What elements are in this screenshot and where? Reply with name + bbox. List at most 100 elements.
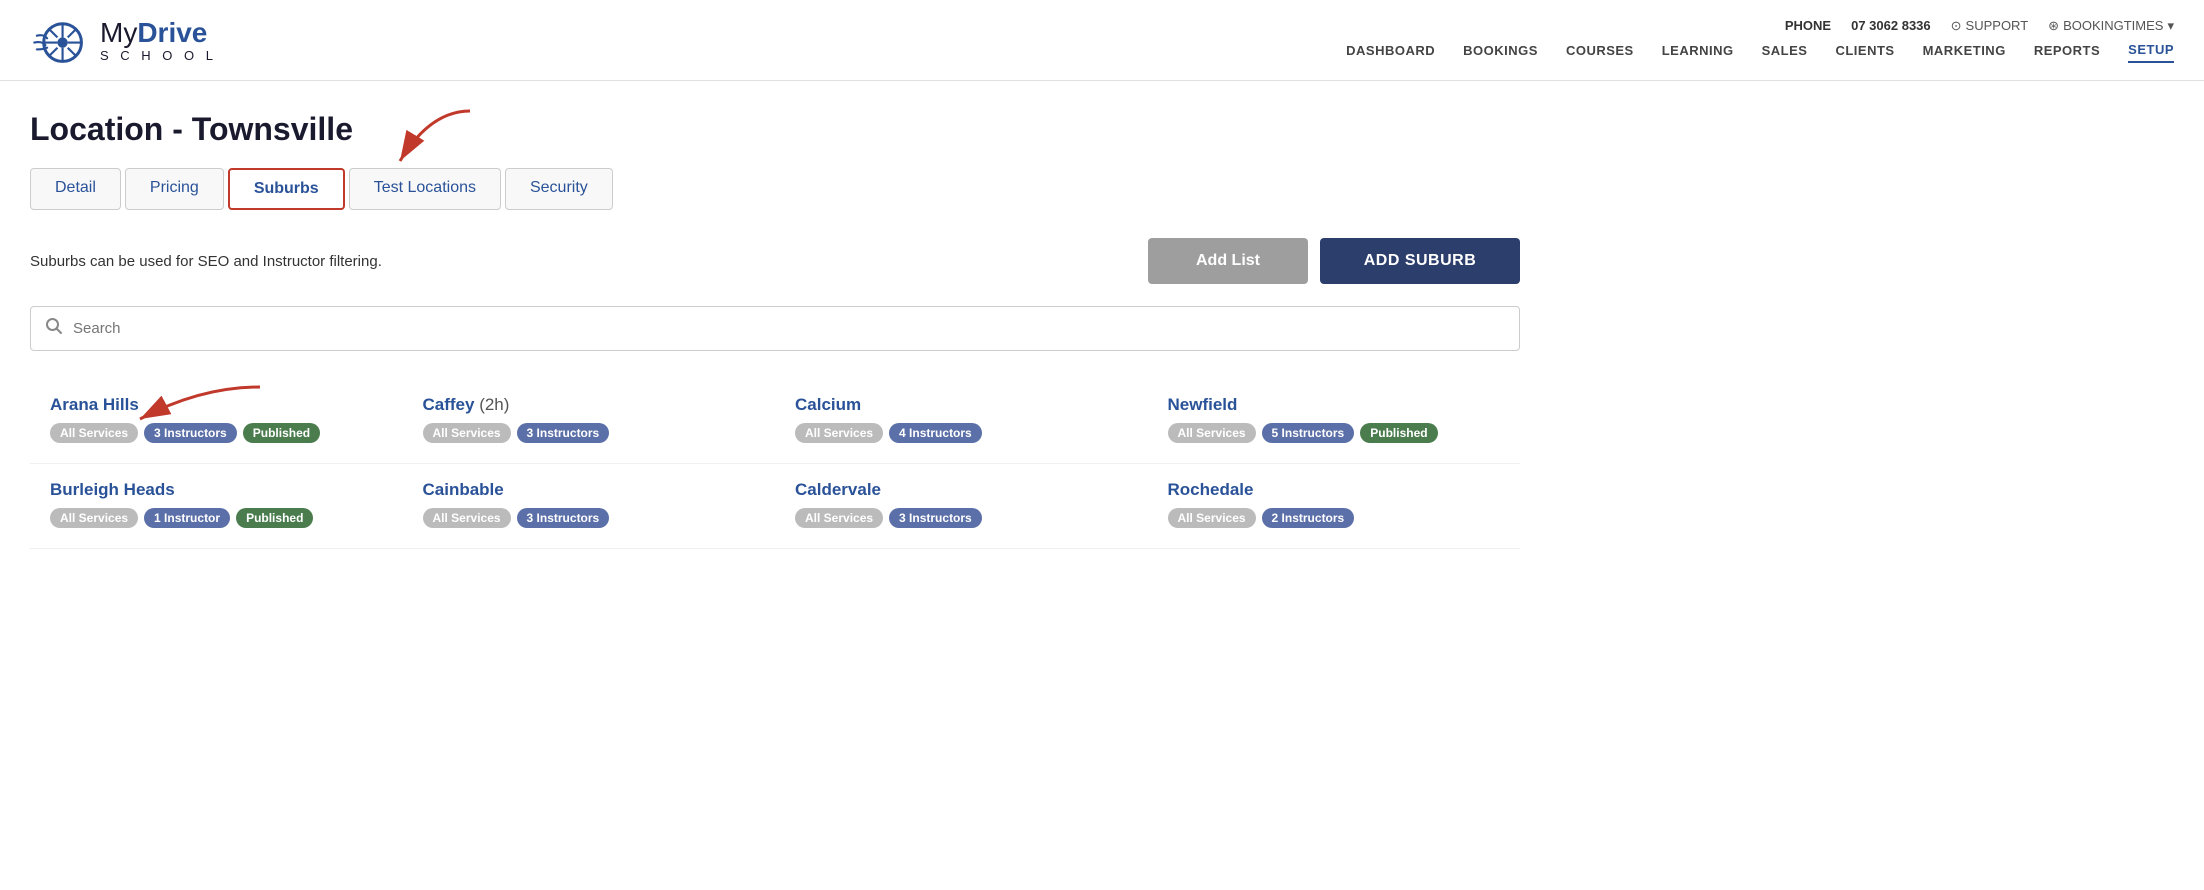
suburb-badges-caffey: All Services 3 Instructors — [423, 423, 756, 443]
suburb-name-cainbable[interactable]: Cainbable — [423, 480, 756, 500]
phone-label: PHONE — [1785, 18, 1831, 33]
suburb-badges-burleigh-heads: All Services 1 Instructor Published — [50, 508, 383, 528]
badge-all-services: All Services — [795, 508, 883, 528]
suburb-item-cainbable: Cainbable All Services 3 Instructors — [403, 464, 776, 549]
support-link[interactable]: ⊙ SUPPORT — [1951, 18, 2029, 34]
badge-3-instructors: 3 Instructors — [517, 423, 610, 443]
suburb-name-burleigh-heads[interactable]: Burleigh Heads — [50, 480, 383, 500]
nav-setup[interactable]: SETUP — [2128, 42, 2174, 63]
search-input[interactable] — [73, 320, 1505, 337]
badge-all-services: All Services — [50, 423, 138, 443]
badge-published: Published — [1360, 423, 1437, 443]
suburb-name-text: Burleigh Heads — [50, 480, 175, 499]
suburb-item-caffey: Caffey (2h) All Services 3 Instructors — [403, 379, 776, 464]
suburb-name-arana-hills[interactable]: Arana Hills — [50, 395, 383, 415]
badge-published: Published — [243, 423, 320, 443]
nav-courses[interactable]: COURSES — [1566, 43, 1634, 62]
badge-all-services: All Services — [1168, 508, 1256, 528]
nav-dashboard[interactable]: DASHBOARD — [1346, 43, 1435, 62]
logo-drive: Drive — [137, 17, 207, 48]
badge-all-services: All Services — [795, 423, 883, 443]
support-label: SUPPORT — [1966, 18, 2029, 33]
nav-sales[interactable]: SALES — [1762, 43, 1808, 62]
desc-row: Suburbs can be used for SEO and Instruct… — [30, 238, 1520, 284]
nav-bookings[interactable]: BOOKINGS — [1463, 43, 1538, 62]
tab-detail[interactable]: Detail — [30, 168, 121, 210]
suburbs-grid: Arana Hills All Services 3 Instructors P… — [30, 379, 1520, 549]
badge-all-services: All Services — [50, 508, 138, 528]
tab-security[interactable]: Security — [505, 168, 613, 210]
header: MyDrive S C H O O L PHONE 07 3062 8336 ⊙… — [0, 0, 2204, 81]
badge-1-instructor: 1 Instructor — [144, 508, 230, 528]
button-group: Add List ADD SUBURB — [1148, 238, 1520, 284]
suburb-name-caldervale[interactable]: Caldervale — [795, 480, 1128, 500]
suburbs-area: Arana Hills All Services 3 Instructors P… — [30, 379, 1520, 549]
tab-pricing[interactable]: Pricing — [125, 168, 224, 210]
badge-published: Published — [236, 508, 313, 528]
badge-all-services: All Services — [423, 508, 511, 528]
add-suburb-button[interactable]: ADD SUBURB — [1320, 238, 1520, 284]
suburb-badges-rochedale: All Services 2 Instructors — [1168, 508, 1501, 528]
suburb-item-calcium: Calcium All Services 4 Instructors — [775, 379, 1148, 464]
badge-3-instructors: 3 Instructors — [144, 423, 237, 443]
header-right: PHONE 07 3062 8336 ⊙ SUPPORT ⊛ BOOKINGTI… — [1346, 18, 2174, 63]
nav-learning[interactable]: LEARNING — [1662, 43, 1734, 62]
badge-2-instructors: 2 Instructors — [1262, 508, 1355, 528]
logo-icon — [30, 10, 90, 70]
logo-school: S C H O O L — [100, 49, 217, 62]
badge-all-services: All Services — [1168, 423, 1256, 443]
logo-my: My — [100, 17, 137, 48]
suburb-name-text: Arana Hills — [50, 395, 139, 414]
page-title: Location - Townsville — [30, 111, 1520, 148]
suburb-duration-caffey: (2h) — [479, 395, 509, 414]
tab-test-locations-label: Test Locations — [374, 179, 476, 196]
suburb-name-text: Rochedale — [1168, 480, 1254, 499]
logo-text: MyDrive S C H O O L — [100, 19, 217, 62]
suburb-badges-newfield: All Services 5 Instructors Published — [1168, 423, 1501, 443]
suburb-badges-calcium: All Services 4 Instructors — [795, 423, 1128, 443]
tab-detail-label: Detail — [55, 179, 96, 196]
badge-4-instructors: 4 Instructors — [889, 423, 982, 443]
suburb-name-text: Newfield — [1168, 395, 1238, 414]
suburb-badges-arana-hills: All Services 3 Instructors Published — [50, 423, 383, 443]
logo[interactable]: MyDrive S C H O O L — [30, 10, 217, 70]
suburb-badges-caldervale: All Services 3 Instructors — [795, 508, 1128, 528]
suburb-item-rochedale: Rochedale All Services 2 Instructors — [1148, 464, 1521, 549]
nav-menu: DASHBOARD BOOKINGS COURSES LEARNING SALE… — [1346, 42, 2174, 63]
booking-label: BOOKINGTIMES — [2063, 18, 2163, 33]
badge-all-services: All Services — [423, 423, 511, 443]
search-icon — [45, 317, 63, 340]
description-text: Suburbs can be used for SEO and Instruct… — [30, 253, 382, 270]
suburb-name-text: Caldervale — [795, 480, 881, 499]
suburb-badges-cainbable: All Services 3 Instructors — [423, 508, 756, 528]
user-icon: ⊛ — [2048, 18, 2059, 34]
chevron-down-icon: ▾ — [2167, 18, 2174, 34]
suburb-name-text: Cainbable — [423, 480, 504, 499]
page-title-area: Location - Townsville — [30, 111, 1520, 148]
tab-suburbs-label: Suburbs — [254, 180, 319, 197]
booking-link[interactable]: ⊛ BOOKINGTIMES ▾ — [2048, 18, 2174, 34]
phone-number: 07 3062 8336 — [1851, 18, 1931, 33]
top-bar: PHONE 07 3062 8336 ⊙ SUPPORT ⊛ BOOKINGTI… — [1785, 18, 2174, 34]
suburb-name-newfield[interactable]: Newfield — [1168, 395, 1501, 415]
suburb-item-burleigh-heads: Burleigh Heads All Services 1 Instructor… — [30, 464, 403, 549]
suburb-name-text: Caffey — [423, 395, 480, 414]
nav-clients[interactable]: CLIENTS — [1835, 43, 1894, 62]
add-list-button[interactable]: Add List — [1148, 238, 1308, 284]
badge-3-instructors: 3 Instructors — [889, 508, 982, 528]
suburb-item-caldervale: Caldervale All Services 3 Instructors — [775, 464, 1148, 549]
nav-reports[interactable]: REPORTS — [2034, 43, 2100, 62]
tab-suburbs[interactable]: Suburbs — [228, 168, 345, 210]
nav-marketing[interactable]: MARKETING — [1923, 43, 2006, 62]
suburb-name-rochedale[interactable]: Rochedale — [1168, 480, 1501, 500]
main-content: Location - Townsville Detail Pricing Sub… — [0, 81, 1550, 589]
suburb-item-arana-hills: Arana Hills All Services 3 Instructors P… — [30, 379, 403, 464]
tab-pricing-label: Pricing — [150, 179, 199, 196]
tabs-container: Detail Pricing Suburbs Test Locations Se… — [30, 168, 1520, 210]
suburb-name-caffey[interactable]: Caffey (2h) — [423, 395, 756, 415]
suburb-name-calcium[interactable]: Calcium — [795, 395, 1128, 415]
badge-3-instructors: 3 Instructors — [517, 508, 610, 528]
search-bar — [30, 306, 1520, 351]
support-icon: ⊙ — [1951, 18, 1962, 34]
tab-test-locations[interactable]: Test Locations — [349, 168, 501, 210]
